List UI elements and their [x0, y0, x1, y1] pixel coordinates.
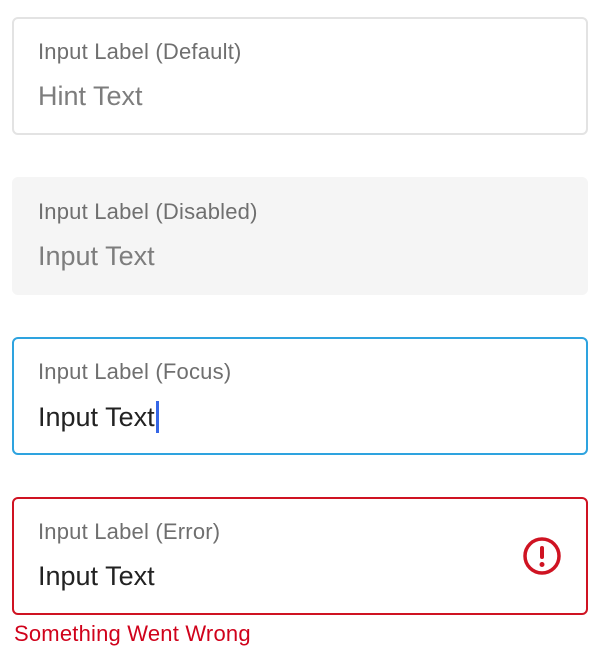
text-caret — [155, 401, 159, 433]
exclamation-circle-icon — [522, 536, 562, 576]
focus-input-label: Input Label (Focus) — [38, 359, 232, 384]
disabled-input-label: Input Label (Disabled) — [38, 199, 258, 224]
error-message: Something Went Wrong — [14, 621, 251, 646]
error-input-value[interactable]: Input Text — [38, 561, 155, 592]
disabled-input-field: Input Label (Disabled) Input Text — [12, 177, 588, 295]
default-input-field[interactable]: Input Label (Default) Hint Text — [12, 17, 588, 135]
default-input-label: Input Label (Default) — [38, 39, 242, 64]
focus-input-field[interactable]: Input Label (Focus) Input Text — [12, 337, 588, 455]
disabled-input-value: Input Text — [38, 241, 155, 271]
default-input-hint: Hint Text — [38, 81, 143, 111]
focus-input-row[interactable]: Input Text — [38, 401, 159, 433]
error-input-field[interactable]: Input Label (Error) Input Text — [12, 497, 588, 615]
focus-input-value[interactable]: Input Text — [38, 402, 155, 433]
error-input-label: Input Label (Error) — [38, 519, 221, 544]
